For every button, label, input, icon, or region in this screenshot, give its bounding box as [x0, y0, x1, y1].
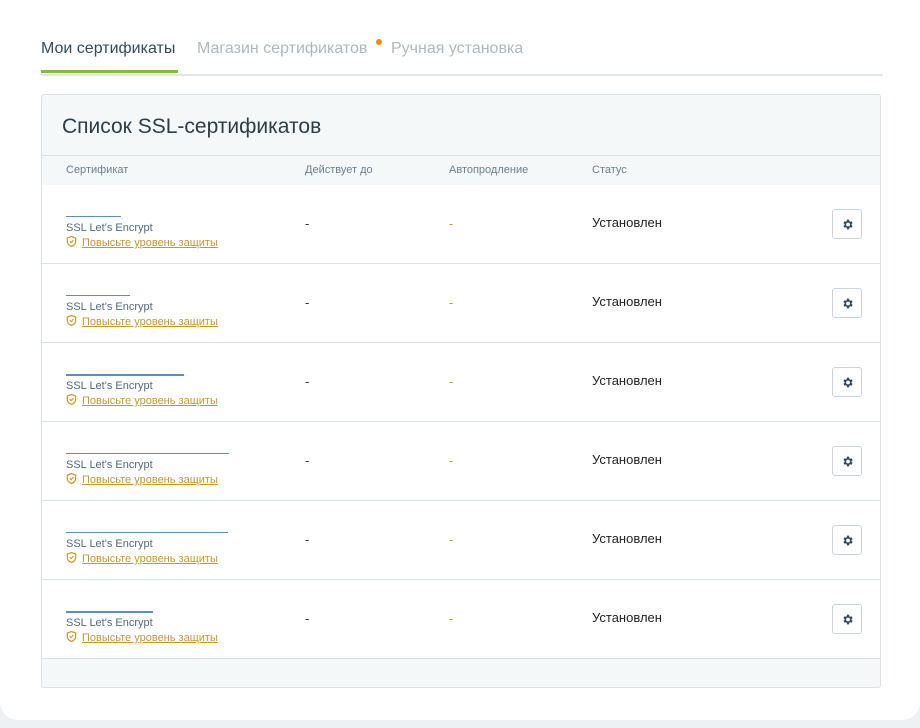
gear-icon [842, 614, 853, 624]
status-value: Установлен [592, 215, 662, 230]
valid-until-value: - [305, 295, 310, 310]
valid-until-value: - [305, 611, 310, 626]
valid-until-value: - [305, 216, 310, 231]
valid-until-value: - [305, 453, 310, 468]
page-panel: Мои сертификаты Магазин сертификатов Руч… [0, 0, 920, 720]
upgrade-protection-link[interactable]: Повысьте уровень защиты [66, 394, 218, 407]
table-header: Сертификат Действует до Автопродление Ст… [42, 155, 880, 186]
tab-my-certificates[interactable]: Мои сертификаты [41, 38, 175, 60]
shield-icon [66, 315, 77, 326]
domain-link[interactable] [66, 216, 121, 217]
autorenew-value: - [449, 532, 454, 547]
shield-icon [66, 473, 77, 484]
status-value: Установлен [592, 294, 662, 309]
settings-button[interactable] [832, 367, 862, 397]
table-row: SSL Let's Encrypt Повысьте уровень защит… [42, 185, 880, 264]
table-row: SSL Let's Encrypt Повысьте уровень защит… [42, 422, 880, 501]
certificate-name: SSL Let's Encrypt [66, 380, 153, 392]
domain-link[interactable] [66, 532, 228, 533]
table-row: SSL Let's Encrypt Повысьте уровень защит… [42, 343, 880, 422]
shield-icon [66, 394, 77, 405]
card-title: Список SSL-сертификатов [62, 115, 322, 138]
status-value: Установлен [592, 610, 662, 625]
certificate-name: SSL Let's Encrypt [66, 301, 153, 313]
table-row: SSL Let's Encrypt Повысьте уровень защит… [42, 264, 880, 343]
gear-icon [842, 535, 853, 545]
column-header-certificate: Сертификат [66, 164, 129, 176]
upgrade-protection-label: Повысьте уровень защиты [82, 237, 218, 249]
gear-icon [842, 219, 853, 229]
column-header-valid-until: Действует до [305, 164, 373, 176]
certificate-name: SSL Let's Encrypt [66, 222, 153, 234]
autorenew-value: - [449, 216, 454, 231]
domain-link[interactable] [66, 453, 229, 454]
active-tab-indicator [41, 70, 178, 73]
valid-until-value: - [305, 374, 310, 389]
upgrade-protection-label: Повысьте уровень защиты [82, 632, 218, 644]
upgrade-protection-label: Повысьте уровень защиты [82, 553, 218, 565]
settings-button[interactable] [832, 604, 862, 634]
tab-bar: Мои сертификаты Магазин сертификатов Руч… [41, 38, 883, 76]
certificates-table-body: SSL Let's Encrypt Повысьте уровень защит… [42, 185, 880, 659]
certificate-name: SSL Let's Encrypt [66, 617, 153, 629]
settings-button[interactable] [832, 288, 862, 318]
certificate-name: SSL Let's Encrypt [66, 538, 153, 550]
domain-link[interactable] [66, 374, 184, 376]
table-row: SSL Let's Encrypt Повысьте уровень защит… [42, 501, 880, 580]
upgrade-protection-label: Повысьте уровень защиты [82, 474, 218, 486]
shield-icon [66, 236, 77, 247]
shield-icon [66, 552, 77, 563]
upgrade-protection-label: Повысьте уровень защиты [82, 316, 218, 328]
upgrade-protection-link[interactable]: Повысьте уровень защиты [66, 315, 218, 328]
autorenew-value: - [449, 295, 454, 310]
column-header-status: Статус [592, 164, 627, 176]
settings-button[interactable] [832, 525, 862, 555]
valid-until-value: - [305, 532, 310, 547]
tab-certificate-store[interactable]: Магазин сертификатов [197, 38, 367, 60]
table-row: SSL Let's Encrypt Повысьте уровень защит… [42, 580, 880, 659]
upgrade-protection-link[interactable]: Повысьте уровень защиты [66, 631, 218, 644]
gear-icon [842, 377, 853, 387]
gear-icon [842, 298, 853, 308]
gear-icon [842, 456, 853, 466]
certificate-name: SSL Let's Encrypt [66, 459, 153, 471]
upgrade-protection-label: Повысьте уровень защиты [82, 395, 218, 407]
status-value: Установлен [592, 452, 662, 467]
upgrade-protection-link[interactable]: Повысьте уровень защиты [66, 236, 218, 249]
settings-button[interactable] [832, 446, 862, 476]
notification-dot [376, 39, 382, 45]
tab-manual-install[interactable]: Ручная установка [391, 38, 523, 60]
domain-link[interactable] [66, 295, 130, 296]
upgrade-protection-link[interactable]: Повысьте уровень защиты [66, 552, 218, 565]
upgrade-protection-link[interactable]: Повысьте уровень защиты [66, 473, 218, 486]
shield-icon [66, 631, 77, 642]
status-value: Установлен [592, 531, 662, 546]
column-header-autorenew: Автопродление [449, 164, 529, 176]
status-value: Установлен [592, 373, 662, 388]
autorenew-value: - [449, 453, 454, 468]
autorenew-value: - [449, 611, 454, 626]
autorenew-value: - [449, 374, 454, 389]
domain-link[interactable] [66, 611, 153, 613]
certificates-card: Список SSL-сертификатов Сертификат Дейст… [41, 94, 881, 688]
settings-button[interactable] [832, 209, 862, 239]
